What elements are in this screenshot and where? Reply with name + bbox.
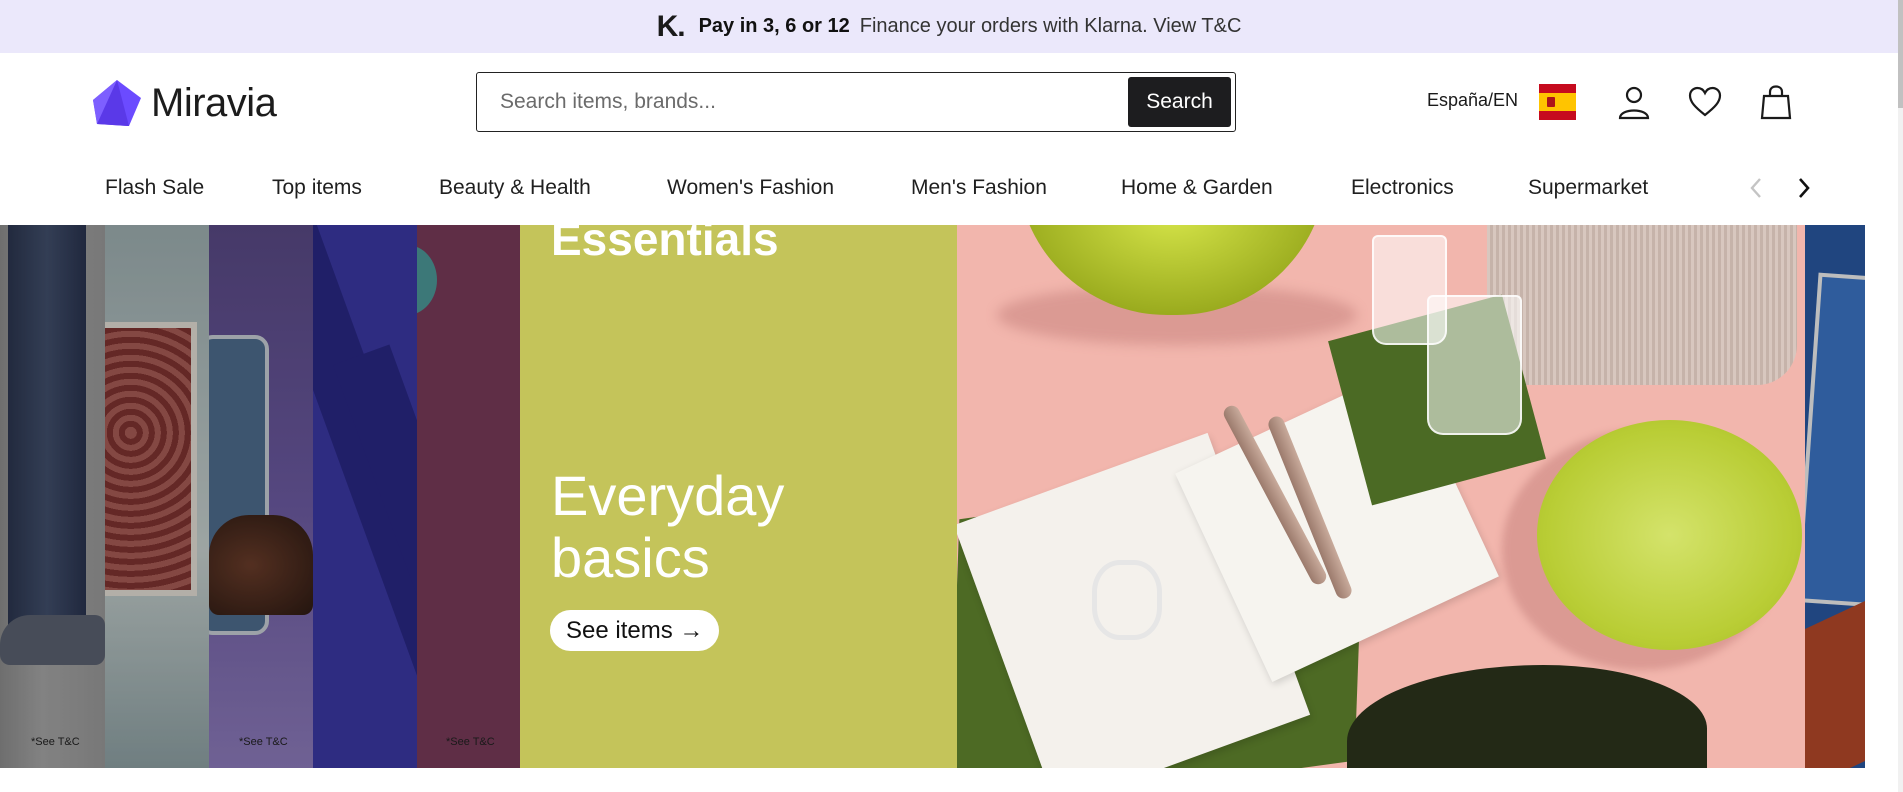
brand-name: Miravia	[151, 80, 277, 125]
banner-title-line-2: basics	[551, 526, 710, 589]
chevron-left-icon[interactable]	[1743, 174, 1769, 202]
category-flash-sale[interactable]: Flash Sale	[105, 176, 204, 200]
category-home-garden[interactable]: Home & Garden	[1121, 176, 1273, 200]
banner-slide-everyday-basics[interactable]: Essentials Everyday basics See items →	[520, 225, 957, 768]
inactive-slides-overlay	[0, 225, 520, 768]
search-button[interactable]: Search	[1128, 77, 1231, 127]
spain-flag-icon[interactable]	[1539, 84, 1576, 120]
category-womens-fashion[interactable]: Women's Fashion	[667, 176, 834, 200]
category-top-items[interactable]: Top items	[272, 176, 362, 200]
search-input[interactable]	[481, 77, 1128, 127]
klarna-promo-bar[interactable]: K. Pay in 3, 6 or 12 Finance your orders…	[0, 0, 1898, 53]
category-beauty-health[interactable]: Beauty & Health	[439, 176, 591, 200]
banner-title: Everyday basics	[551, 465, 784, 589]
banner-title-line-1: Everyday	[551, 464, 785, 527]
category-supermarket[interactable]: Supermarket	[1528, 176, 1648, 200]
miravia-diamond-icon	[93, 80, 141, 126]
klarna-logo: K.	[656, 9, 686, 43]
miravia-logo[interactable]: Miravia	[91, 78, 277, 128]
search-bar: Search	[476, 72, 1236, 132]
user-icon[interactable]	[1616, 84, 1652, 120]
promo-bold-text: Pay in 3, 6 or 12	[698, 15, 850, 37]
banner-photo-tableware[interactable]	[957, 225, 1805, 768]
inactive-slides-overlay	[1805, 225, 1865, 768]
category-mens-fashion[interactable]: Men's Fashion	[911, 176, 1047, 200]
shopping-bag-icon[interactable]	[1758, 84, 1794, 120]
see-items-button[interactable]: See items →	[550, 610, 720, 651]
category-electronics[interactable]: Electronics	[1351, 176, 1454, 200]
banner-top-title: Essentials	[551, 225, 779, 265]
scrollbar-thumb[interactable]	[1898, 0, 1903, 108]
hero-banner-carousel[interactable]: *See T&C *See T&C *See T&C Essentials Ev…	[0, 225, 1865, 768]
chevron-right-icon[interactable]	[1791, 174, 1817, 202]
page: K. Pay in 3, 6 or 12 Finance your orders…	[0, 0, 1903, 792]
promo-text: Finance your orders with Klarna. View T&…	[859, 15, 1242, 37]
page-scrollbar[interactable]	[1898, 0, 1903, 792]
locale-selector[interactable]: España/EN	[1427, 90, 1518, 111]
heart-icon[interactable]	[1687, 84, 1723, 120]
category-nav: Flash Sale Top items Beauty & Health Wom…	[0, 160, 1760, 215]
